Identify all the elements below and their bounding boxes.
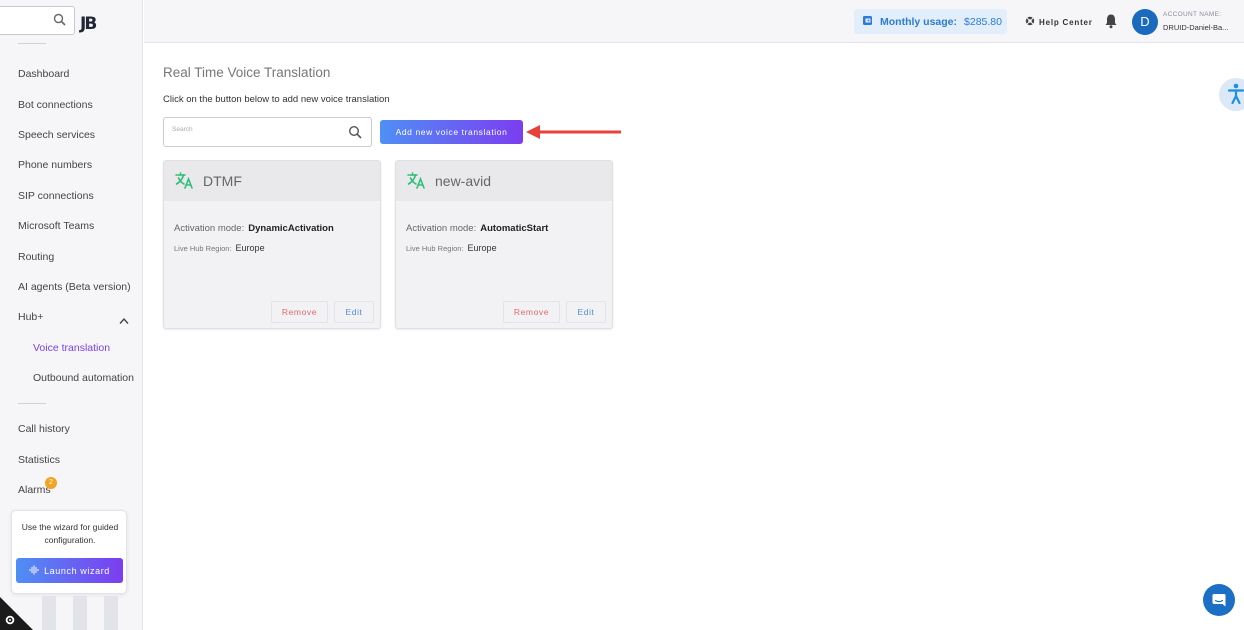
region-row: Live Hub Region: Europe [406, 243, 497, 253]
lifebuoy-icon [1025, 16, 1035, 28]
wizard-description: Use the wizard for guided configuration. [21, 522, 119, 545]
edit-button[interactable]: Edit [334, 301, 374, 323]
sidebar-item-call-history[interactable]: Call history [18, 423, 70, 435]
sidebar-item-microsoft-teams[interactable]: Microsoft Teams [18, 220, 94, 232]
translate-icon [407, 172, 426, 194]
accessibility-button[interactable] [1219, 78, 1244, 111]
accessibility-icon [1227, 83, 1244, 105]
sidebar-item-hub-plus[interactable]: Hub+ [18, 311, 43, 323]
activation-mode-label: Activation mode: [406, 223, 477, 234]
sidebar-item-dashboard[interactable]: Dashboard [18, 68, 69, 80]
region-value: Europe [235, 243, 265, 253]
region-label: Live Hub Region: [406, 244, 464, 253]
sidebar-item-phone-numbers[interactable]: Phone numbers [18, 159, 92, 171]
logo: JB [80, 14, 97, 34]
wizard-card: Use the wizard for guided configuration.… [11, 510, 127, 594]
activation-mode-row: Activation mode: AutomaticStart [406, 223, 548, 234]
card-title: new-avid [435, 173, 492, 189]
gear-icon[interactable] [4, 613, 16, 630]
sidebar-item-outbound-automation[interactable]: Outbound automation [33, 372, 134, 384]
sidebar-item-speech-services[interactable]: Speech services [18, 129, 95, 141]
sidebar-item-statistics[interactable]: Statistics [18, 454, 60, 466]
monthly-usage-chip[interactable]: Monthly usage: $285.80 [854, 9, 1007, 34]
activation-mode-label: Activation mode: [174, 223, 245, 234]
card-title: DTMF [203, 173, 242, 189]
remove-button[interactable]: Remove [503, 301, 560, 323]
launch-wizard-button[interactable]: Launch wizard [16, 558, 123, 583]
chevron-up-icon[interactable] [119, 312, 129, 330]
monthly-usage-value: $285.80 [964, 15, 1002, 28]
top-bar: Monthly usage: $285.80 Help Center D ACC… [144, 0, 1244, 43]
translation-card-new-avid: new-avid Activation mode: AutomaticStart … [395, 160, 613, 329]
monthly-usage-label: Monthly usage: [880, 15, 958, 28]
translation-card-dtmf: DTMF Activation mode: DynamicActivation L… [163, 160, 381, 329]
region-row: Live Hub Region: Europe [174, 243, 265, 253]
account-name[interactable]: DRUID-Daniel-Ba... [1163, 23, 1228, 32]
activation-mode-value: DynamicActivation [248, 223, 334, 234]
chat-support-button[interactable] [1203, 584, 1235, 616]
sidebar-item-sip-connections[interactable]: SIP connections [18, 190, 94, 202]
annotation-arrow [525, 124, 623, 145]
search-input[interactable] [172, 126, 342, 133]
search-icon[interactable] [348, 125, 362, 144]
sidebar-divider [18, 403, 46, 404]
waveform-icon [29, 565, 39, 577]
sidebar-item-routing[interactable]: Routing [18, 251, 54, 263]
translate-icon [175, 172, 194, 194]
app-root: JB Dashboard Bot connections Speech serv… [0, 0, 1244, 630]
activation-mode-value: AutomaticStart [480, 223, 549, 234]
sidebar-item-voice-translation[interactable]: Voice translation [33, 342, 110, 354]
alarms-count-badge: 2 [45, 477, 57, 489]
page-subtitle: Click on the button below to add new voi… [163, 94, 390, 105]
help-center-label: Help Center [1039, 17, 1093, 27]
sidebar: JB Dashboard Bot connections Speech serv… [0, 0, 143, 630]
region-label: Live Hub Region: [174, 244, 232, 253]
remove-button[interactable]: Remove [271, 301, 328, 323]
add-voice-translation-button[interactable]: Add new voice translation [380, 120, 523, 144]
launch-wizard-label: Launch wizard [44, 565, 110, 576]
search-icon[interactable] [53, 13, 66, 31]
card-header: new-avid [396, 161, 612, 201]
page-title: Real Time Voice Translation [163, 65, 331, 80]
sidebar-search-input[interactable] [0, 6, 75, 35]
help-center-link[interactable]: Help Center [1025, 16, 1093, 28]
region-value: Europe [467, 243, 497, 253]
edit-button[interactable]: Edit [566, 301, 606, 323]
wallet-icon [862, 15, 873, 29]
avatar[interactable]: D [1132, 9, 1158, 35]
bell-icon[interactable] [1104, 13, 1118, 34]
card-header: DTMF [164, 161, 380, 201]
sidebar-item-ai-agents[interactable]: AI agents (Beta version) [18, 281, 131, 293]
chat-icon [1212, 594, 1226, 607]
search-box[interactable] [163, 117, 372, 147]
activation-mode-row: Activation mode: DynamicActivation [174, 223, 334, 234]
sidebar-divider [18, 43, 46, 44]
account-name-label: ACCOUNT NAME: [1163, 11, 1222, 18]
sidebar-item-bot-connections[interactable]: Bot connections [18, 99, 93, 111]
